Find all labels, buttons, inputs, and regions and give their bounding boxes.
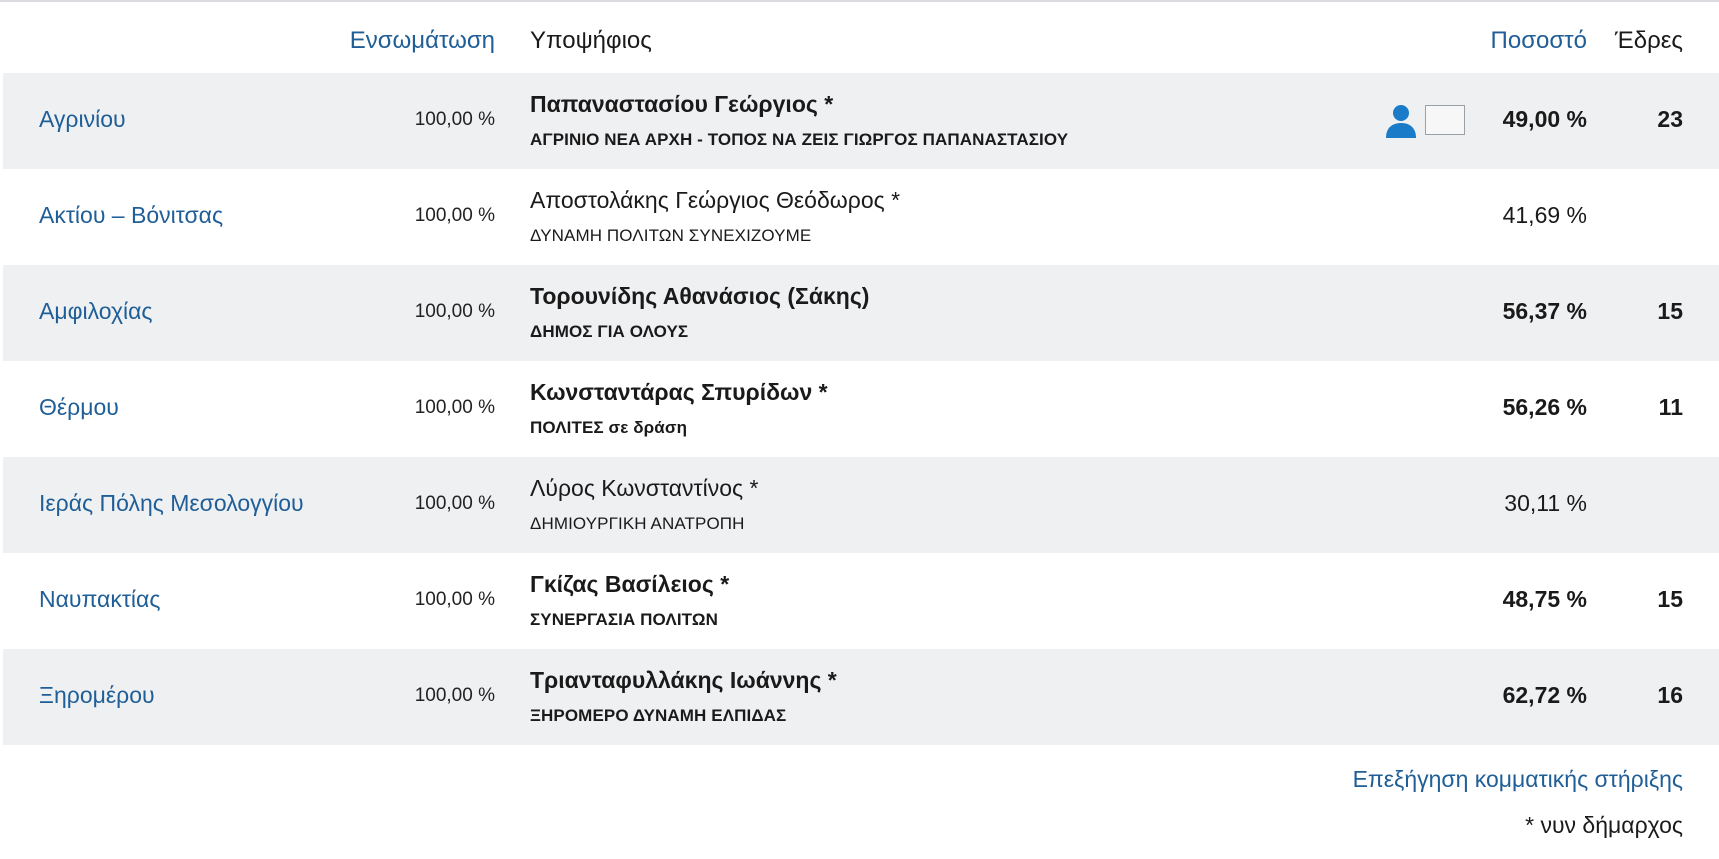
seats-value: 23 — [1657, 106, 1683, 132]
seats-value: 16 — [1657, 682, 1683, 708]
person-icon — [1383, 103, 1419, 139]
incorporation-value: 100,00 % — [414, 205, 495, 226]
municipality-link[interactable]: Ξηρομέρου — [39, 682, 155, 709]
seats-value: 15 — [1657, 586, 1683, 612]
party-support-explanation-link[interactable]: Επεξήγηση κομματικής στήριξης — [1353, 766, 1683, 793]
results-table: Ενσωμάτωση Υποψήφιος Ποσοστό Έδρες Αγριν… — [3, 3, 1719, 745]
party-logo-placeholder — [1425, 105, 1465, 135]
percentage-value: 30,11 % — [1504, 490, 1587, 516]
current-mayor-note: * νυν δήμαρχος — [1525, 812, 1683, 838]
percentage-header[interactable]: Ποσοστό — [1491, 27, 1587, 55]
table-header: Ενσωμάτωση Υποψήφιος Ποσοστό Έδρες — [3, 3, 1719, 73]
candidate-header: Υποψήφιος — [530, 27, 652, 54]
percentage-value: 56,37 % — [1502, 298, 1587, 324]
percentage-value: 48,75 % — [1502, 586, 1587, 612]
candidate-party: ΔΥΝΑΜΗ ΠΟΛΙΤΩΝ ΣΥΝΕΧΙΖΟΥΜΕ — [530, 226, 812, 245]
municipality-link[interactable]: Ναυπακτίας — [39, 586, 160, 613]
candidate-party: ΑΓΡΙΝΙΟ ΝΕΑ ΑΡΧΗ - ΤΟΠΟΣ ΝΑ ΖΕΙΣ ΓΙΩΡΓΟΣ… — [530, 130, 1069, 149]
candidate-name: Αποστολάκης Γεώργιος Θεόδωρος * — [530, 187, 901, 213]
table-row: Ακτίου – Βόνιτσας 100,00 % Αποστολάκης Γ… — [3, 169, 1719, 265]
candidate-name: Τριανταφυλλάκης Ιωάννης * — [530, 667, 837, 693]
candidate-party: ΞΗΡΟΜΕΡΟ ΔΥΝΑΜΗ ΕΛΠΙΔΑΣ — [530, 706, 787, 725]
candidate-name: Κωνσταντάρας Σπυρίδων * — [530, 379, 828, 405]
seats-header: Έδρες — [1614, 27, 1683, 54]
candidate-name: Τορουνίδης Αθανάσιος (Σάκης) — [530, 283, 870, 309]
table-row: Ξηρομέρου 100,00 % Τριανταφυλλάκης Ιωάνν… — [3, 649, 1719, 745]
incorporation-value: 100,00 % — [414, 685, 495, 706]
incorporation-value: 100,00 % — [414, 109, 495, 130]
table-row: Αμφιλοχίας 100,00 % Τορουνίδης Αθανάσιος… — [3, 265, 1719, 361]
candidate-name: Λύρος Κωνσταντίνος * — [530, 475, 759, 501]
seats-value: 11 — [1658, 394, 1683, 420]
incorporation-value: 100,00 % — [414, 397, 495, 418]
candidate-party: ΔΗΜΟΣ ΓΙΑ ΟΛΟΥΣ — [530, 322, 689, 341]
seats-value: 15 — [1657, 298, 1683, 324]
candidate-name: Γκίζας Βασίλειος * — [530, 571, 730, 597]
incorporation-value: 100,00 % — [414, 589, 495, 610]
candidate-party: ΠΟΛΙΤΕΣ σε δράση — [530, 418, 688, 437]
municipality-link[interactable]: Θέρμου — [39, 394, 119, 421]
municipality-link[interactable]: Ιεράς Πόλης Μεσολογγίου — [39, 490, 304, 517]
incorporation-header[interactable]: Ενσωμάτωση — [350, 27, 495, 55]
percentage-value: 62,72 % — [1502, 682, 1587, 708]
table-row: Θέρμου 100,00 % Κωνσταντάρας Σπυρίδων * … — [3, 361, 1719, 457]
municipality-link[interactable]: Ακτίου – Βόνιτσας — [39, 202, 223, 229]
candidate-party: ΔΗΜΙΟΥΡΓΙΚΗ ΑΝΑΤΡΟΠΗ — [530, 514, 745, 533]
municipality-link[interactable]: Αγρινίου — [39, 106, 126, 133]
incorporation-value: 100,00 % — [414, 493, 495, 514]
table-row: Αγρινίου 100,00 % Παπαναστασίου Γεώργιος… — [3, 73, 1719, 169]
candidate-party: ΣΥΝΕΡΓΑΣΙΑ ΠΟΛΙΤΩΝ — [530, 610, 718, 629]
percentage-value: 49,00 % — [1502, 106, 1587, 132]
percentage-value: 41,69 % — [1502, 202, 1587, 228]
table-row: Ναυπακτίας 100,00 % Γκίζας Βασίλειος * Σ… — [3, 553, 1719, 649]
percentage-value: 56,26 % — [1502, 394, 1587, 420]
candidate-name: Παπαναστασίου Γεώργιος * — [530, 91, 834, 117]
incorporation-value: 100,00 % — [414, 301, 495, 322]
top-divider — [0, 0, 1719, 2]
table-row: Ιεράς Πόλης Μεσολογγίου 100,00 % Λύρος Κ… — [3, 457, 1719, 553]
municipality-link[interactable]: Αμφιλοχίας — [39, 298, 153, 325]
